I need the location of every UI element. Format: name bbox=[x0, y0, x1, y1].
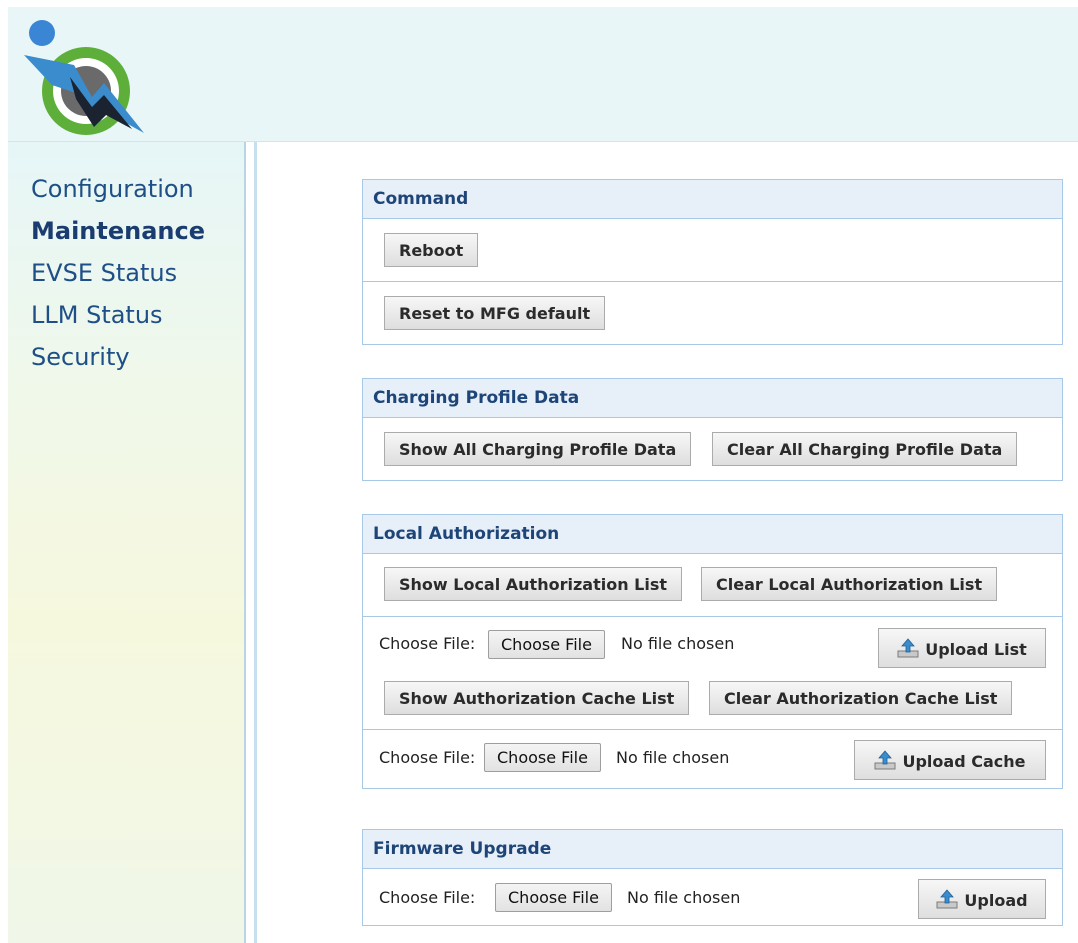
cache-file-status: No file chosen bbox=[616, 748, 730, 767]
content-divider bbox=[254, 142, 257, 943]
sidebar-item-maintenance[interactable]: Maintenance bbox=[31, 210, 205, 252]
show-local-auth-list-button[interactable]: Show Local Authorization List bbox=[384, 567, 683, 601]
upload-firmware-button[interactable]: Upload bbox=[918, 879, 1046, 919]
page-header bbox=[8, 7, 1078, 142]
firmware-file-status: No file chosen bbox=[627, 888, 741, 907]
command-panel-title: Command bbox=[363, 180, 1062, 219]
firmware-upgrade-panel: Firmware Upgrade Choose File: Choose Fil… bbox=[362, 829, 1063, 926]
clear-auth-cache-button[interactable]: Clear Authorization Cache List bbox=[709, 681, 1013, 715]
sidebar-item-configuration[interactable]: Configuration bbox=[31, 168, 205, 210]
upload-icon bbox=[874, 749, 896, 769]
sidebar: Configuration Maintenance EVSE Status LL… bbox=[8, 142, 246, 943]
upload-cache-label: Upload Cache bbox=[902, 751, 1026, 771]
charging-profile-panel: Charging Profile Data Show All Charging … bbox=[362, 378, 1063, 481]
local-auth-list-row: Show Local Authorization List Clear Loca… bbox=[363, 554, 1062, 617]
sidebar-item-llm-status[interactable]: LLM Status bbox=[31, 294, 205, 336]
show-charging-profile-button[interactable]: Show All Charging Profile Data bbox=[384, 432, 692, 466]
local-authorization-panel-title: Local Authorization bbox=[363, 515, 1062, 554]
reset-mfg-default-button[interactable]: Reset to MFG default bbox=[384, 296, 606, 330]
clear-local-auth-list-button[interactable]: Clear Local Authorization List bbox=[701, 567, 998, 601]
cache-choose-file-button[interactable]: Choose File bbox=[484, 743, 601, 772]
cache-file-label: Choose File: bbox=[379, 748, 476, 767]
firmware-upload-row: Choose File: Choose File No file chosen … bbox=[363, 869, 1062, 925]
list-file-status: No file chosen bbox=[621, 634, 735, 653]
upload-cache-button[interactable]: Upload Cache bbox=[854, 740, 1046, 780]
command-panel: Command Reboot Reset to MFG default bbox=[362, 179, 1063, 345]
list-choose-file-button[interactable]: Choose File bbox=[488, 630, 605, 659]
local-authorization-panel: Local Authorization Show Local Authoriza… bbox=[362, 514, 1063, 789]
charging-profile-row: Show All Charging Profile Data Clear All… bbox=[363, 418, 1062, 480]
sidebar-nav: Configuration Maintenance EVSE Status LL… bbox=[31, 168, 205, 378]
sidebar-item-security[interactable]: Security bbox=[31, 336, 205, 378]
firmware-choose-file-button[interactable]: Choose File bbox=[495, 883, 612, 912]
charging-profile-panel-title: Charging Profile Data bbox=[363, 379, 1062, 418]
upload-icon bbox=[897, 637, 919, 657]
firmware-file-label: Choose File: bbox=[379, 888, 476, 907]
upload-list-button[interactable]: Upload List bbox=[878, 628, 1046, 668]
app-logo bbox=[24, 20, 144, 135]
show-auth-cache-button[interactable]: Show Authorization Cache List bbox=[384, 681, 690, 715]
auth-cache-upload-row: Choose File: Choose File No file chosen … bbox=[363, 730, 1062, 788]
sidebar-item-evse-status[interactable]: EVSE Status bbox=[31, 252, 205, 294]
upload-icon bbox=[936, 888, 958, 908]
clear-charging-profile-button[interactable]: Clear All Charging Profile Data bbox=[712, 432, 1018, 466]
local-auth-list-upload-row: Choose File: Choose File No file chosen … bbox=[363, 617, 1062, 673]
reboot-row: Reboot bbox=[363, 219, 1062, 282]
firmware-upgrade-panel-title: Firmware Upgrade bbox=[363, 830, 1062, 869]
upload-firmware-label: Upload bbox=[964, 890, 1028, 910]
upload-list-label: Upload List bbox=[925, 639, 1027, 659]
auth-cache-row: Show Authorization Cache List Clear Auth… bbox=[363, 673, 1062, 730]
reset-row: Reset to MFG default bbox=[363, 282, 1062, 344]
list-file-label: Choose File: bbox=[379, 634, 476, 653]
reboot-button[interactable]: Reboot bbox=[384, 233, 479, 267]
